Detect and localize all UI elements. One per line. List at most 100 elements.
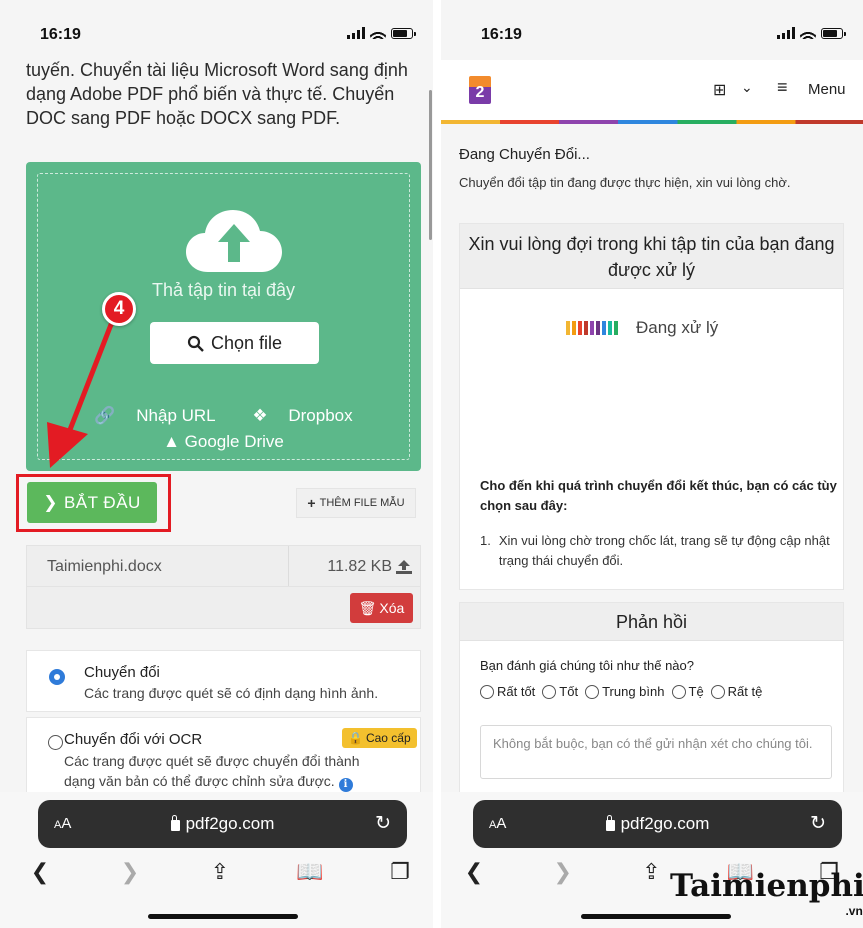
import-url-label: Nhập URL <box>136 406 216 425</box>
options-note: Cho đến khi quá trình chuyển đổi kết thú… <box>480 478 837 513</box>
rainbow-divider <box>441 120 863 124</box>
option-title: Chuyển đổi với OCR <box>64 731 203 748</box>
scrollbar[interactable] <box>429 90 432 240</box>
list-item: 1. Xin vui lòng chờ trong chốc lát, tran… <box>480 531 840 571</box>
address-bar[interactable]: AA pdf2go.com ↻ <box>473 800 842 848</box>
battery-icon <box>821 27 846 39</box>
wifi-icon <box>800 27 816 39</box>
page-title: Đang Chuyển Đổi... <box>459 146 590 163</box>
processing-indicator: Đang xử lý <box>566 318 718 338</box>
progress-bar-segment <box>614 321 618 335</box>
pdf2go-logo[interactable]: 2 <box>469 76 491 104</box>
feedback-heading: Phản hồi <box>460 603 843 641</box>
start-button[interactable]: ❯ BẮT ĐẦU <box>27 482 157 523</box>
share-icon[interactable]: ⇪ <box>205 859 235 885</box>
radio-unselected[interactable] <box>542 684 557 699</box>
watermark-logo: Taimienphi .vn <box>670 868 863 918</box>
processing-heading: Xin vui lòng đợi trong khi tập tin của b… <box>460 224 843 289</box>
intro-text: tuyến. Chuyển tài liệu Microsoft Word sa… <box>26 60 408 128</box>
page-subtitle: Chuyển đổi tập tin đang được thực hiện, … <box>459 175 791 190</box>
progress-bar-segment <box>572 321 576 335</box>
option-title: Chuyển đổi <box>84 664 160 681</box>
grid-icon[interactable]: ⊞ <box>713 80 726 100</box>
link-icon: 🔗 <box>94 406 116 425</box>
tabs-icon[interactable]: ❐ <box>385 859 415 885</box>
wifi-icon <box>370 27 386 39</box>
import-url-link[interactable]: 🔗 Nhập URL <box>86 406 223 425</box>
rating-group: Rất tốt Tốt Trung bình Tệ Rất tệ <box>480 684 762 699</box>
radio-selected[interactable] <box>49 669 65 685</box>
progress-bar-segment <box>578 321 582 335</box>
menu-link[interactable]: Menu <box>808 81 846 98</box>
battery-icon <box>391 27 416 39</box>
lock-icon <box>605 814 615 831</box>
rating-label: Tệ <box>688 684 704 699</box>
option-description: Các trang được quét sẽ có định dạng hình… <box>84 685 379 701</box>
progress-bar-segment <box>596 321 600 335</box>
delete-file-button[interactable]: 🗑 Xóa <box>350 593 413 623</box>
choose-file-button[interactable]: Chọn file <box>150 322 319 364</box>
reload-icon[interactable]: ↻ <box>375 812 391 835</box>
choose-file-label: Chọn file <box>210 332 283 353</box>
rating-option[interactable]: Trung bình <box>585 684 665 699</box>
left-phone-screen: 16:19 tuyến. Chuyển tài liệu Microsoft W… <box>0 0 433 928</box>
radio-unselected[interactable] <box>710 684 725 699</box>
rating-label: Tốt <box>559 684 579 699</box>
radio-unselected[interactable] <box>48 735 63 750</box>
option-description-text: Các trang được quét sẽ được chuyển đổi t… <box>64 753 360 789</box>
bookmarks-icon[interactable]: 📖 <box>295 859 325 885</box>
signal-icon <box>777 27 795 39</box>
feedback-question: Bạn đánh giá chúng tôi như thế nào? <box>480 658 694 673</box>
info-icon[interactable]: i <box>338 778 353 792</box>
chevron-down-icon[interactable]: ⌄ <box>741 79 753 96</box>
reload-icon[interactable]: ↻ <box>810 812 826 835</box>
status-bar: 16:19 <box>441 0 863 60</box>
share-icon[interactable]: ⇪ <box>637 859 667 885</box>
right-phone-screen: 16:19 2 ⊞ ⌄ ≡ Menu Đang Chuyển Đổi... Ch… <box>441 0 863 928</box>
address-bar[interactable]: AA pdf2go.com ↻ <box>38 800 407 848</box>
start-button-label: BẮT ĐẦU <box>63 492 141 512</box>
forward-icon[interactable]: ❯ <box>548 859 578 885</box>
trash-icon: 🗑 <box>358 599 377 616</box>
progress-bar-segment <box>590 321 594 335</box>
rating-option[interactable]: Tốt <box>542 684 578 699</box>
rating-option[interactable]: Rất tốt <box>480 684 535 699</box>
add-sample-label: THÊM FILE MẪU <box>319 497 405 509</box>
progress-bar-segment <box>608 321 612 335</box>
status-time: 16:19 <box>481 26 522 43</box>
back-icon[interactable]: ❮ <box>459 859 489 885</box>
list-number: 1. <box>480 533 491 548</box>
progress-bar-segment <box>602 321 606 335</box>
google-drive-icon: ▲ <box>163 432 180 451</box>
google-drive-link[interactable]: ▲ Google Drive <box>38 432 409 452</box>
url-text: pdf2go.com <box>185 814 275 833</box>
file-dropzone[interactable]: Thả tập tin tại đây Chọn file 🔗 Nhập URL… <box>26 162 421 471</box>
site-header: 2 ⊞ ⌄ ≡ Menu <box>441 60 863 120</box>
hamburger-icon[interactable]: ≡ <box>777 77 788 98</box>
drop-hint: Thả tập tin tại đây <box>151 280 296 300</box>
signal-icon <box>347 27 365 39</box>
chevron-right-icon: ❯ <box>43 492 58 512</box>
option-convert[interactable]: Chuyển đổi Các trang được quét sẽ có địn… <box>26 650 421 712</box>
processing-label: Đang xử lý <box>636 318 719 337</box>
dropbox-label: Dropbox <box>288 406 353 425</box>
progress-bar-segment <box>566 321 570 335</box>
comment-textarea[interactable]: Không bắt buộc, bạn có thể gửi nhận xét … <box>480 725 832 779</box>
rating-option[interactable]: Rất tệ <box>710 684 763 699</box>
premium-label: Cao cấp <box>365 731 411 745</box>
feedback-card: Phản hồi Bạn đánh giá chúng tôi như thế … <box>459 602 844 802</box>
rating-option[interactable]: Tệ <box>671 684 704 699</box>
rating-label: Rất tốt <box>497 684 536 699</box>
rating-label: Rất tệ <box>727 684 763 699</box>
file-size: 11.82 KB <box>327 558 392 575</box>
rating-label: Trung bình <box>602 684 665 699</box>
dropbox-link[interactable]: ❖ Dropbox <box>244 406 360 425</box>
radio-unselected[interactable] <box>585 684 600 699</box>
radio-unselected[interactable] <box>671 684 686 699</box>
forward-icon[interactable]: ❯ <box>115 859 145 885</box>
back-icon[interactable]: ❮ <box>25 859 55 885</box>
cloud-upload-icon <box>186 210 282 272</box>
add-sample-file-button[interactable]: + THÊM FILE MẪU <box>296 488 416 518</box>
file-name: Taimienphi.docx <box>47 558 162 575</box>
radio-unselected[interactable] <box>480 684 494 699</box>
